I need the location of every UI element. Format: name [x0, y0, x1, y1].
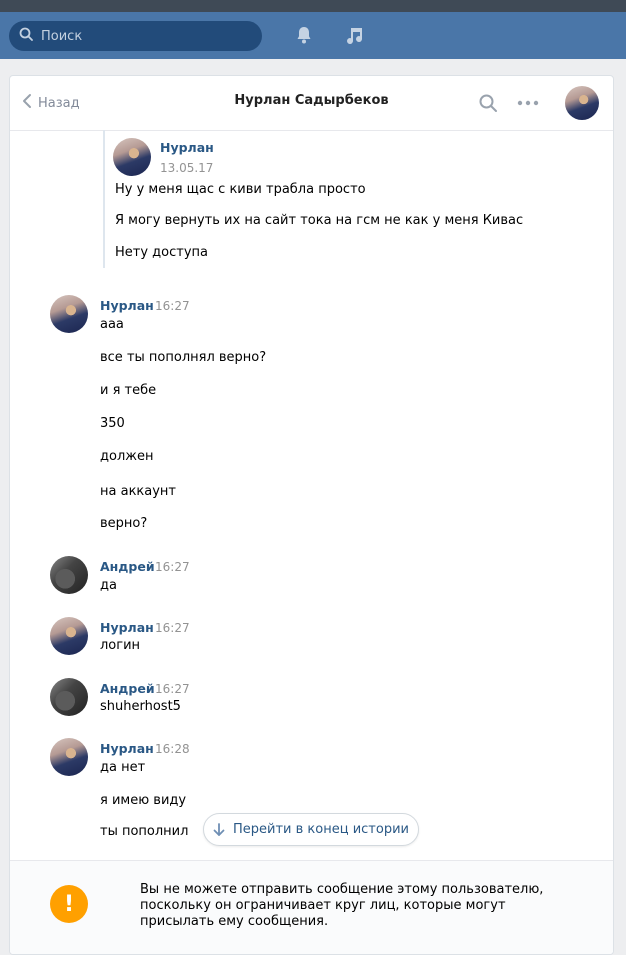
forwarded-line: Я могу вернуть их на сайт тока на гсм не…	[115, 213, 524, 228]
message-author[interactable]: Нурлан	[100, 298, 154, 313]
avatar[interactable]	[50, 678, 88, 716]
top-bar	[0, 12, 626, 59]
window-top-strip	[0, 0, 626, 12]
dialog-header: Назад Нурлан Садырбеков	[10, 76, 613, 131]
message-text: все ты пополнял верно?	[100, 350, 267, 365]
forwarded-line: Ну у меня щас с киви трабла просто	[115, 182, 366, 197]
dialog-card: Назад Нурлан Садырбеков Нурлан 13.05.17 …	[9, 75, 614, 955]
message-text: 350	[100, 416, 125, 431]
restriction-footer: ! Вы не можете отправить сообщение этому…	[10, 860, 613, 954]
avatar[interactable]	[565, 86, 599, 120]
message-text: shuherhost5	[100, 699, 181, 714]
music-icon[interactable]	[342, 23, 366, 47]
message-text: я имею виду	[100, 793, 187, 808]
message-author[interactable]: Андрей	[100, 559, 155, 574]
message-text: на аккаунт	[100, 484, 177, 499]
message-author[interactable]: Нурлан	[100, 741, 154, 756]
search-input[interactable]	[39, 27, 243, 45]
bell-icon[interactable]	[292, 23, 316, 47]
jump-to-end-button[interactable]: Перейти в конец истории	[203, 813, 419, 846]
message-author[interactable]: Нурлан	[100, 620, 154, 635]
message-text: да нет	[100, 760, 146, 775]
message-text: ты пополнил	[100, 824, 189, 839]
forwarded-line: Нету доступа	[115, 245, 208, 260]
message-text: да	[100, 578, 117, 593]
message-time: 16:27	[155, 682, 190, 696]
message-text: логин	[100, 638, 141, 653]
forwarded-message: Нурлан 13.05.17 Ну у меня щас с киви тра…	[103, 130, 545, 268]
message-text: и я тебе	[100, 383, 157, 398]
jump-to-end-label: Перейти в конец истории	[233, 822, 409, 837]
arrow-down-icon	[213, 822, 225, 837]
forwarded-date: 13.05.17	[160, 161, 214, 175]
restriction-notice: Вы не можете отправить сообщение этому п…	[140, 882, 544, 929]
message-text: должен	[100, 449, 154, 464]
back-button[interactable]: Назад	[22, 93, 80, 113]
back-label: Назад	[38, 95, 80, 111]
avatar[interactable]	[50, 617, 88, 655]
message-text: ааа	[100, 317, 124, 332]
message-time: 16:27	[155, 621, 190, 635]
message-time: 16:27	[155, 560, 190, 574]
search-icon[interactable]	[476, 91, 500, 115]
avatar[interactable]	[50, 295, 88, 333]
message-time: 16:27	[155, 299, 190, 313]
message-author[interactable]: Андрей	[100, 681, 155, 696]
forwarded-author[interactable]: Нурлан	[160, 140, 214, 155]
avatar[interactable]	[113, 138, 151, 176]
avatar[interactable]	[50, 738, 88, 776]
more-icon[interactable]	[516, 91, 540, 115]
message-time: 16:28	[155, 742, 190, 756]
message-text: верно?	[100, 516, 148, 531]
search-box[interactable]	[9, 21, 262, 51]
search-icon	[19, 27, 33, 45]
chevron-left-icon	[22, 93, 32, 113]
warning-icon: !	[50, 885, 88, 923]
avatar[interactable]	[50, 556, 88, 594]
